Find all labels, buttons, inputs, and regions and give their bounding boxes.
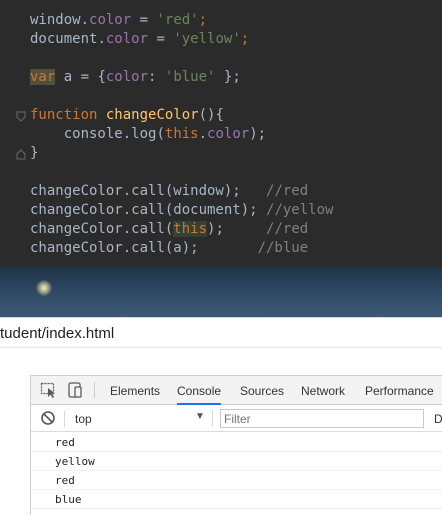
code-token: ( [156,126,165,142]
tab-console[interactable]: Console [177,376,222,405]
code-token: changeColor.call(a); [30,240,258,256]
code-token: document [30,31,98,47]
code-token: //red [266,221,309,237]
toolbar-divider [212,411,213,427]
code-token: . [198,126,208,142]
code-editor[interactable]: window.color = 'red'; document.color = 'y… [0,0,442,267]
code-token: function [30,107,98,123]
console-toolbar: top ▼ De [31,405,442,432]
code-token: console. [30,126,132,142]
code-line[interactable]: window.color = 'red'; [30,11,333,30]
code-token: }; [215,69,241,85]
inspect-element-icon[interactable] [40,382,58,398]
console-filter-input[interactable] [220,409,424,428]
console-message: yellow [31,452,442,471]
log-levels-dropdown[interactable]: De [434,412,442,426]
toolbar-divider [64,411,65,427]
code-token: (){ [198,107,224,123]
code-token: 'blue' [164,69,216,85]
editor-gutter [0,0,26,267]
code-token: } [30,145,39,161]
device-toolbar-icon[interactable] [66,382,84,398]
code-line[interactable]: console.log(this.color); [30,125,333,144]
code-token: ; [240,31,250,47]
code-token: . [97,31,106,47]
code-token: //yellow [266,202,334,218]
code-line[interactable]: changeColor.call(document); //yellow [30,201,333,220]
code-token: . [80,12,90,28]
devtools-panel: Elements Console Sources Network Perform… [30,375,442,515]
code-fold-icon[interactable] [16,111,26,122]
tab-elements[interactable]: Elements [110,376,160,405]
code-line[interactable]: changeColor.call(window); //red [30,182,333,201]
code-token: this [164,126,199,142]
code-token: : [148,69,165,85]
tab-performance[interactable]: Performance [365,376,434,405]
code-token: ); [207,221,267,237]
code-line[interactable] [30,49,333,68]
code-line[interactable]: var a = {color: 'blue' }; [30,68,333,87]
code-token: changeColor.call( [30,221,174,237]
code-token: changeColor.call(document); [30,202,267,218]
code-unfold-icon[interactable] [16,149,26,160]
code-token: var [30,69,56,85]
code-token: log [131,126,157,142]
code-line[interactable]: function changeColor(){ [30,106,333,125]
code-token: color [207,126,250,142]
address-bar[interactable]: tudent/index.html [0,317,442,347]
devtools-tabbar: Elements Console Sources Network Perform… [31,376,442,405]
code-token: color [105,69,149,85]
console-message: red [31,433,442,452]
code-token: 'yellow' [173,31,241,47]
toolbar-divider [94,382,95,398]
console-message: red [31,471,442,490]
browser-viewport [0,347,442,375]
code-line[interactable] [30,163,333,182]
code-token: this [173,221,208,237]
code-token: //blue [257,240,309,256]
code-line[interactable]: changeColor.call(a); //blue [30,239,333,258]
code-line[interactable]: } [30,144,333,163]
code-token: ; [198,12,208,28]
code-token: color [89,12,132,28]
code-token: a = { [55,69,106,85]
code-token: ); [249,126,267,142]
clear-console-icon[interactable] [40,410,58,426]
code-token: window [30,12,81,28]
desktop-background [0,267,442,317]
code-token: = [131,12,157,28]
code-line[interactable]: document.color = 'yellow'; [30,30,333,49]
code-token: color [105,31,149,47]
console-message: blue [31,490,442,509]
code-token: changeColor [105,107,199,123]
code-content[interactable]: window.color = 'red'; document.color = 'y… [30,11,333,258]
code-token: changeColor.call(window); [30,183,267,199]
console-output: red yellow red blue [31,433,442,509]
dropdown-caret-icon[interactable]: ▼ [195,411,205,422]
context-selector[interactable]: top [75,412,92,426]
address-url[interactable]: tudent/index.html [0,325,114,342]
code-token: = [148,31,174,47]
tab-network[interactable]: Network [301,376,345,405]
code-line[interactable]: changeColor.call(this); //red [30,220,333,239]
code-token: //red [266,183,309,199]
light-glow [36,280,52,296]
code-token: 'red' [156,12,199,28]
code-line[interactable] [30,87,333,106]
tab-sources[interactable]: Sources [240,376,284,405]
